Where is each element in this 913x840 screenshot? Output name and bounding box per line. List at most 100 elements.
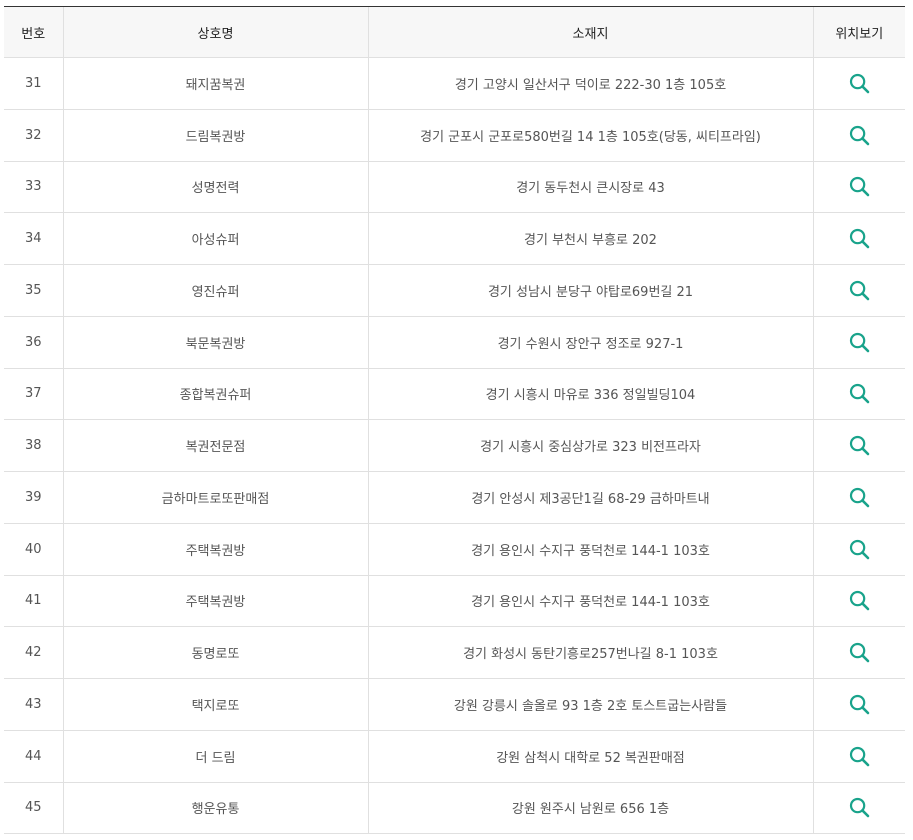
header-no: 번호: [4, 6, 63, 58]
cell-address: 경기 시흥시 마유로 336 정일빌딩104: [367, 368, 813, 421]
cell-address: 경기 군포시 군포로580번길 14 1층 105호(당동, 씨티프라임): [367, 109, 813, 162]
view-location-button[interactable]: [846, 174, 872, 200]
view-location-button[interactable]: [846, 536, 872, 562]
table-row: 33 성명전력 경기 동두천시 큰시장로 43: [4, 161, 905, 214]
cell-no: 37: [4, 368, 63, 421]
search-icon: [849, 229, 870, 249]
cell-store-name: 북문복권방: [62, 316, 368, 369]
cell-store-name: 주택복권방: [62, 575, 368, 628]
view-location-button[interactable]: [846, 640, 872, 666]
cell-view: [812, 419, 905, 472]
cell-address: 경기 성남시 분당구 야탑로69번길 21: [367, 264, 813, 317]
cell-no: 35: [4, 264, 63, 317]
table-body: 31 돼지꿈복권 경기 고양시 일산서구 덕이로 222-30 1층 105호 32 드…: [4, 57, 905, 835]
cell-store-name: 복권전문점: [62, 419, 368, 472]
view-location-button[interactable]: [846, 588, 872, 614]
cell-address: 강원 원주시 남원로 656 1층: [367, 782, 813, 835]
cell-view: [812, 575, 905, 628]
table-row: 35 영진슈퍼 경기 성남시 분당구 야탑로69번길 21: [4, 264, 905, 317]
cell-address: 경기 용인시 수지구 풍덕천로 144-1 103호: [367, 523, 813, 576]
cell-store-name: 행운유통: [62, 782, 368, 835]
cell-store-name: 아성슈퍼: [62, 212, 368, 265]
search-icon: [849, 539, 870, 559]
search-icon: [849, 798, 870, 818]
cell-view: [812, 368, 905, 421]
cell-view: [812, 161, 905, 214]
table-row: 34 아성슈퍼 경기 부천시 부흥로 202: [4, 212, 905, 265]
search-icon: [849, 746, 870, 766]
cell-address: 경기 시흥시 중심상가로 323 비전프라자: [367, 419, 813, 472]
search-icon: [849, 125, 870, 145]
view-location-button[interactable]: [846, 433, 872, 459]
search-icon: [849, 73, 870, 94]
cell-no: 31: [4, 57, 63, 110]
search-icon: [849, 487, 870, 508]
view-location-button[interactable]: [846, 795, 872, 821]
cell-address: 경기 수원시 장안구 정조로 927-1: [367, 316, 813, 369]
view-location-button[interactable]: [846, 122, 872, 148]
cell-view: [812, 316, 905, 369]
cell-address: 강원 강릉시 솔올로 93 1층 2호 토스트굽는사람들: [367, 678, 813, 731]
header-row: 번호 상호명 소재지 위치보기: [4, 6, 905, 58]
cell-store-name: 금하마트로또판매점: [62, 471, 368, 524]
cell-no: 32: [4, 109, 63, 162]
cell-no: 44: [4, 730, 63, 783]
cell-no: 33: [4, 161, 63, 214]
cell-address: 경기 부천시 부흥로 202: [367, 212, 813, 265]
table-row: 38 복권전문점 경기 시흥시 중심상가로 323 비전프라자: [4, 419, 905, 472]
view-location-button[interactable]: [846, 329, 872, 355]
header-name: 상호명: [62, 6, 368, 58]
store-table-wrapper: 번호 상호명 소재지 위치보기 31 돼지꿈복권 경기 고양시 일산서구 덕이로 2…: [4, 6, 905, 835]
header-address: 소재지: [367, 6, 813, 58]
cell-no: 39: [4, 471, 63, 524]
view-location-button[interactable]: [846, 226, 872, 252]
cell-address: 강원 삼척시 대학로 52 복권판매점: [367, 730, 813, 783]
cell-address: 경기 용인시 수지구 풍덕천로 144-1 103호: [367, 575, 813, 628]
cell-store-name: 드림복권방: [62, 109, 368, 162]
table-row: 45 행운유통 강원 원주시 남원로 656 1층: [4, 782, 905, 835]
search-icon: [849, 694, 870, 715]
cell-view: [812, 471, 905, 524]
cell-store-name: 종합복권슈퍼: [62, 368, 368, 421]
cell-store-name: 택지로또: [62, 678, 368, 731]
cell-address: 경기 고양시 일산서구 덕이로 222-30 1층 105호: [367, 57, 813, 110]
cell-view: [812, 782, 905, 835]
view-location-button[interactable]: [846, 691, 872, 717]
store-table: 번호 상호명 소재지 위치보기 31 돼지꿈복권 경기 고양시 일산서구 덕이로 2…: [4, 6, 905, 835]
search-icon: [849, 177, 870, 197]
header-view: 위치보기: [812, 6, 905, 58]
table-row: 36 북문복권방 경기 수원시 장안구 정조로 927-1: [4, 316, 905, 369]
cell-store-name: 더 드림: [62, 730, 368, 783]
cell-no: 41: [4, 575, 63, 628]
cell-view: [812, 730, 905, 783]
search-icon: [849, 280, 870, 301]
table-row: 42 동명로또 경기 화성시 동탄기흥로257번나길 8-1 103호: [4, 626, 905, 679]
table-row: 43 택지로또 강원 강릉시 솔올로 93 1층 2호 토스트굽는사람들: [4, 678, 905, 731]
cell-address: 경기 화성시 동탄기흥로257번나길 8-1 103호: [367, 626, 813, 679]
table-header: 번호 상호명 소재지 위치보기: [4, 6, 905, 58]
search-icon: [849, 591, 870, 611]
cell-no: 40: [4, 523, 63, 576]
table-row: 32 드림복권방 경기 군포시 군포로580번길 14 1층 105호(당동, 씨티…: [4, 109, 905, 162]
search-icon: [849, 332, 870, 352]
view-location-button[interactable]: [846, 381, 872, 407]
table-row: 40 주택복권방 경기 용인시 수지구 풍덕천로 144-1 103호: [4, 523, 905, 576]
cell-store-name: 성명전력: [62, 161, 368, 214]
cell-view: [812, 57, 905, 110]
view-location-button[interactable]: [846, 70, 872, 96]
cell-view: [812, 626, 905, 679]
cell-address: 경기 동두천시 큰시장로 43: [367, 161, 813, 214]
view-location-button[interactable]: [846, 277, 872, 303]
view-location-button[interactable]: [846, 743, 872, 769]
cell-no: 38: [4, 419, 63, 472]
cell-store-name: 동명로또: [62, 626, 368, 679]
cell-no: 45: [4, 782, 63, 835]
cell-view: [812, 109, 905, 162]
cell-no: 36: [4, 316, 63, 369]
view-location-button[interactable]: [846, 484, 872, 510]
table-row: 31 돼지꿈복권 경기 고양시 일산서구 덕이로 222-30 1층 105호: [4, 57, 905, 110]
cell-view: [812, 523, 905, 576]
cell-no: 42: [4, 626, 63, 679]
table-row: 37 종합복권슈퍼 경기 시흥시 마유로 336 정일빌딩104: [4, 368, 905, 421]
search-icon: [849, 384, 870, 404]
